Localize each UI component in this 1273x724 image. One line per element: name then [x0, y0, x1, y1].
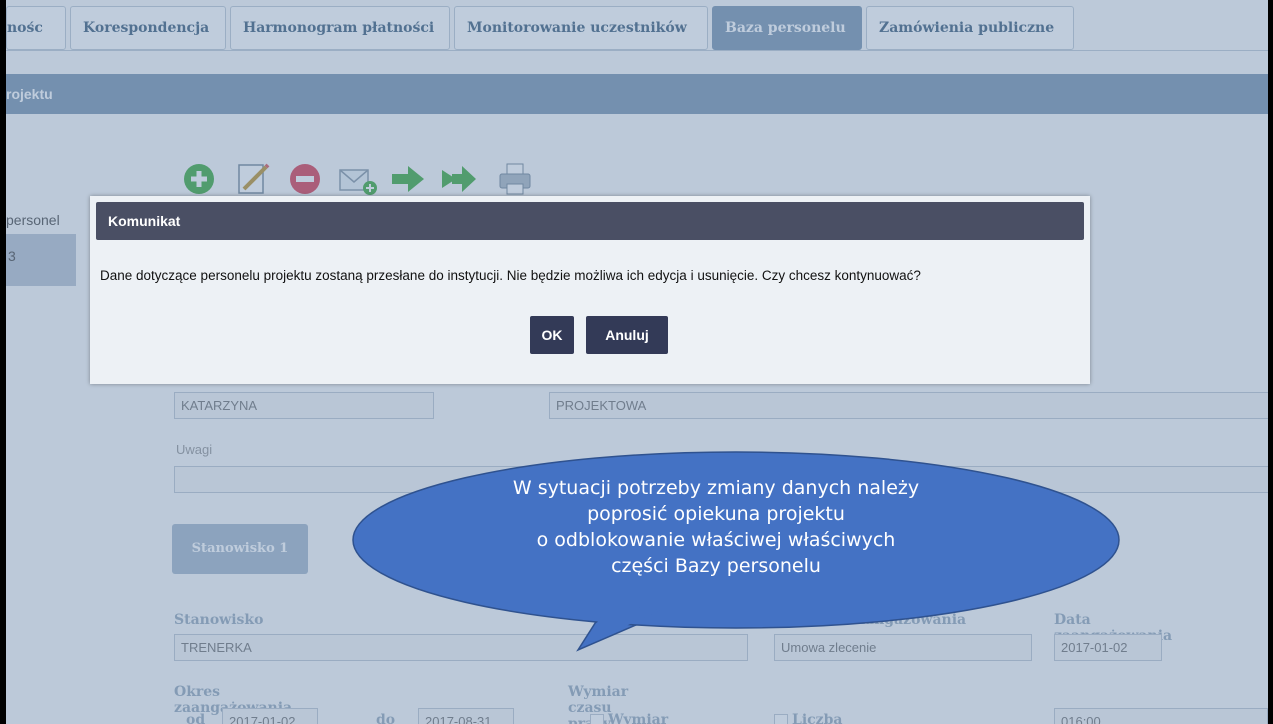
callout-line-2: poprosić opiekuna projektu	[587, 503, 845, 525]
callout-line-1: W sytuacji potrzeby zmiany danych należy	[512, 477, 920, 499]
callout-line-3: o odblokowanie właściwej właściwych	[536, 529, 896, 551]
screen: nośc Korespondencja Harmonogram płatnośc…	[6, 0, 1268, 724]
callout-line-4: części Bazy personelu	[611, 555, 821, 577]
speech-bubble-callout	[352, 451, 1120, 652]
application-window: nośc Korespondencja Harmonogram płatnośc…	[6, 0, 1268, 724]
callout-text: W sytuacji potrzeby zmiany danych należy…	[436, 475, 996, 579]
